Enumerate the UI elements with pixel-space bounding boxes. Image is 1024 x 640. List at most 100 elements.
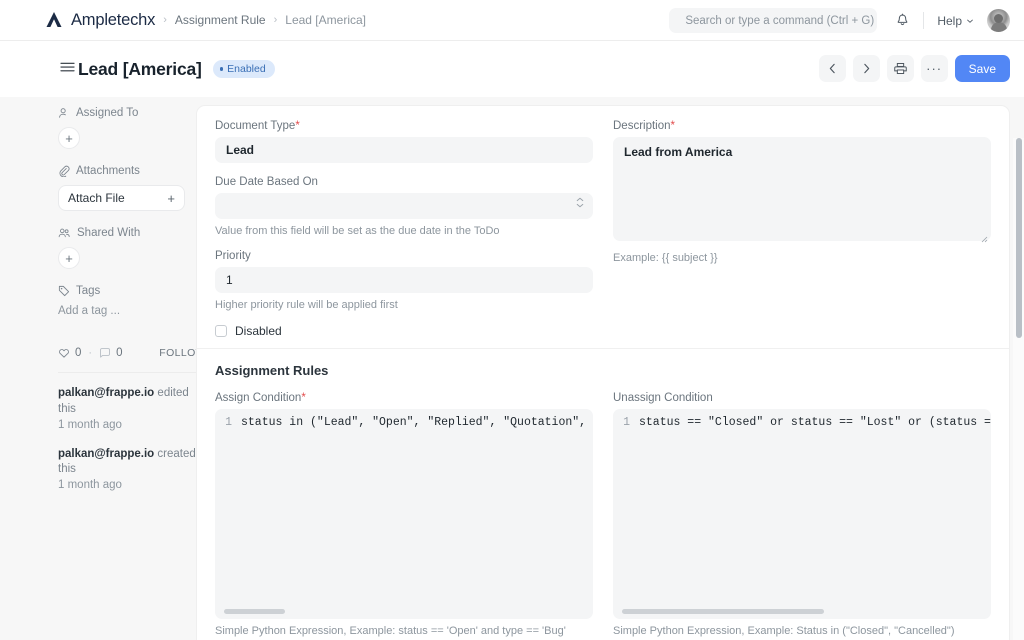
comment-icon <box>100 348 110 358</box>
navbar-divider <box>923 12 925 29</box>
tags-label: Tags <box>76 285 101 297</box>
print-button[interactable] <box>886 55 914 82</box>
document-type-label-text: Document Type <box>215 120 296 132</box>
attach-file-plus-icon: + <box>167 190 175 206</box>
page-header: Lead [America] Enabled ··· Save <box>0 41 1024 97</box>
assigned-to-icon <box>59 108 66 118</box>
add-tag-button[interactable]: Add a tag ... <box>58 305 196 317</box>
scrollbar-thumb[interactable] <box>224 609 286 614</box>
description-textarea[interactable]: Lead from America <box>613 137 991 241</box>
required-marker: * <box>301 392 306 404</box>
assigned-to-header: Assigned To <box>58 107 196 119</box>
activity-time: 1 month ago <box>58 479 122 492</box>
unassign-condition-editor[interactable]: 1 status == "Closed" or status == "Lost"… <box>613 409 991 619</box>
due-date-based-on-help: Value from this field will be set as the… <box>215 225 500 237</box>
disabled-checkbox-row[interactable]: Disabled <box>215 324 593 338</box>
activity-item: palkan@frappe.io edited this 1 month ago <box>58 386 208 434</box>
page-header-actions: ··· Save <box>818 55 1010 82</box>
unassign-condition-hscrollbar[interactable] <box>622 609 982 614</box>
heart-icon <box>59 349 69 358</box>
assignment-rules-title: Assignment Rules <box>215 363 329 378</box>
search-input[interactable]: Search or type a command (Ctrl + G) <box>669 8 878 33</box>
activity-user: palkan@frappe.io <box>58 387 155 399</box>
description-group: Description* Lead from America Example: … <box>613 120 991 264</box>
page-body: Assigned To + Attachments Attach File + <box>0 97 1024 640</box>
scrollbar-thumb[interactable] <box>622 609 824 614</box>
bell-icon <box>897 13 908 26</box>
priority-label: Priority <box>215 250 251 262</box>
assign-condition-group: Assign Condition* 1 status in ("Lead", "… <box>215 392 593 640</box>
brand-name: Ampletechx <box>71 10 156 29</box>
assignment-rules-section: Assignment Rules Assign Condition* 1 sta… <box>197 348 1009 640</box>
form-details-section: Document Type* Due Date Based On <box>197 106 1009 348</box>
attachments-label: Attachments <box>76 165 140 177</box>
comment-control[interactable]: 0 <box>99 347 122 359</box>
activity-item: palkan@frappe.io created this 1 month ag… <box>58 447 208 495</box>
due-date-based-on-input[interactable] <box>215 193 593 219</box>
assign-condition-label-text: Assign Condition <box>215 392 302 404</box>
tag-icon <box>58 285 70 297</box>
save-button[interactable]: Save <box>954 55 1010 82</box>
chevron-right-icon <box>863 63 869 74</box>
line-number: 1 <box>225 416 232 429</box>
notifications-button[interactable] <box>895 13 910 28</box>
assign-condition-hscrollbar[interactable] <box>224 609 584 614</box>
avatar[interactable] <box>987 9 1010 32</box>
previous-document-button[interactable] <box>818 55 846 82</box>
next-document-button[interactable] <box>852 55 880 82</box>
form-right-column: Description* Lead from America Example: … <box>613 120 991 338</box>
add-assignment-button[interactable]: + <box>58 127 80 149</box>
shared-with-label: Shared With <box>77 227 141 239</box>
assign-condition-help: Simple Python Expression, Example: statu… <box>215 625 566 637</box>
status-badge-label: Enabled <box>227 63 266 75</box>
document-type-input[interactable] <box>215 137 593 163</box>
help-menu[interactable]: Help <box>937 14 974 28</box>
activity-time: 1 month ago <box>58 418 122 431</box>
line-number: 1 <box>623 416 630 429</box>
more-actions-button[interactable]: ··· <box>920 55 948 82</box>
add-share-button[interactable]: + <box>58 247 80 269</box>
hamburger-icon <box>60 62 75 72</box>
priority-help: Higher priority rule will be applied fir… <box>215 299 398 311</box>
activity-log: palkan@frappe.io edited this 1 month ago… <box>58 386 208 494</box>
like-control[interactable]: 0 <box>58 347 81 359</box>
status-dot-icon <box>219 67 224 71</box>
document-sidebar: Assigned To + Attachments Attach File + <box>0 97 206 640</box>
priority-input[interactable] <box>215 267 593 293</box>
page-scrollbar-track[interactable] <box>1013 138 1024 640</box>
breadcrumb-separator-1: › <box>163 14 167 26</box>
activity-user: palkan@frappe.io <box>58 447 155 460</box>
chevron-up-icon <box>576 197 584 202</box>
assign-condition-editor[interactable]: 1 status in ("Lead", "Open", "Replied", … <box>215 409 593 619</box>
required-marker: * <box>295 120 300 132</box>
assign-condition-code: status in ("Lead", "Open", "Replied", "Q… <box>241 416 593 429</box>
assigned-to-label: Assigned To <box>76 107 139 119</box>
unassign-condition-label: Unassign Condition <box>613 392 713 404</box>
sidebar-section-tags: Tags Add a tag ... <box>58 285 196 317</box>
disabled-checkbox[interactable] <box>215 325 227 337</box>
brand-logo[interactable]: Ampletechx <box>44 10 155 30</box>
breadcrumb-lead-america[interactable]: Lead [America] <box>285 13 366 27</box>
breadcrumb-assignment-rule[interactable]: Assignment Rule <box>175 13 266 27</box>
page-scrollbar-thumb[interactable] <box>1016 138 1022 338</box>
search-placeholder: Search or type a command (Ctrl + G) <box>685 14 875 27</box>
status-badge: Enabled <box>212 60 275 78</box>
attachment-icon <box>59 165 70 177</box>
attach-file-label: Attach File <box>68 191 125 205</box>
form-left-column: Document Type* Due Date Based On <box>215 120 593 338</box>
like-count: 0 <box>75 347 82 359</box>
priority-group: Priority Higher priority rule will be ap… <box>215 250 593 311</box>
breadcrumb-separator-2: › <box>273 14 278 26</box>
sidebar-toggle-button[interactable] <box>60 60 75 78</box>
due-date-based-on-label: Due Date Based On <box>215 176 318 188</box>
disabled-label: Disabled <box>235 324 282 338</box>
description-help: Example: {{ subject }} <box>613 252 718 264</box>
form-card: Document Type* Due Date Based On <box>196 105 1010 640</box>
form-main-column: Document Type* Due Date Based On <box>196 97 1010 640</box>
attachments-header: Attachments <box>58 165 196 177</box>
description-label: Description* <box>613 120 991 132</box>
ampletechx-logo-icon <box>46 12 62 27</box>
attach-file-button[interactable]: Attach File + <box>58 185 185 211</box>
due-date-spinner[interactable] <box>576 197 584 208</box>
sidebar-section-assigned-to: Assigned To + <box>58 107 196 149</box>
